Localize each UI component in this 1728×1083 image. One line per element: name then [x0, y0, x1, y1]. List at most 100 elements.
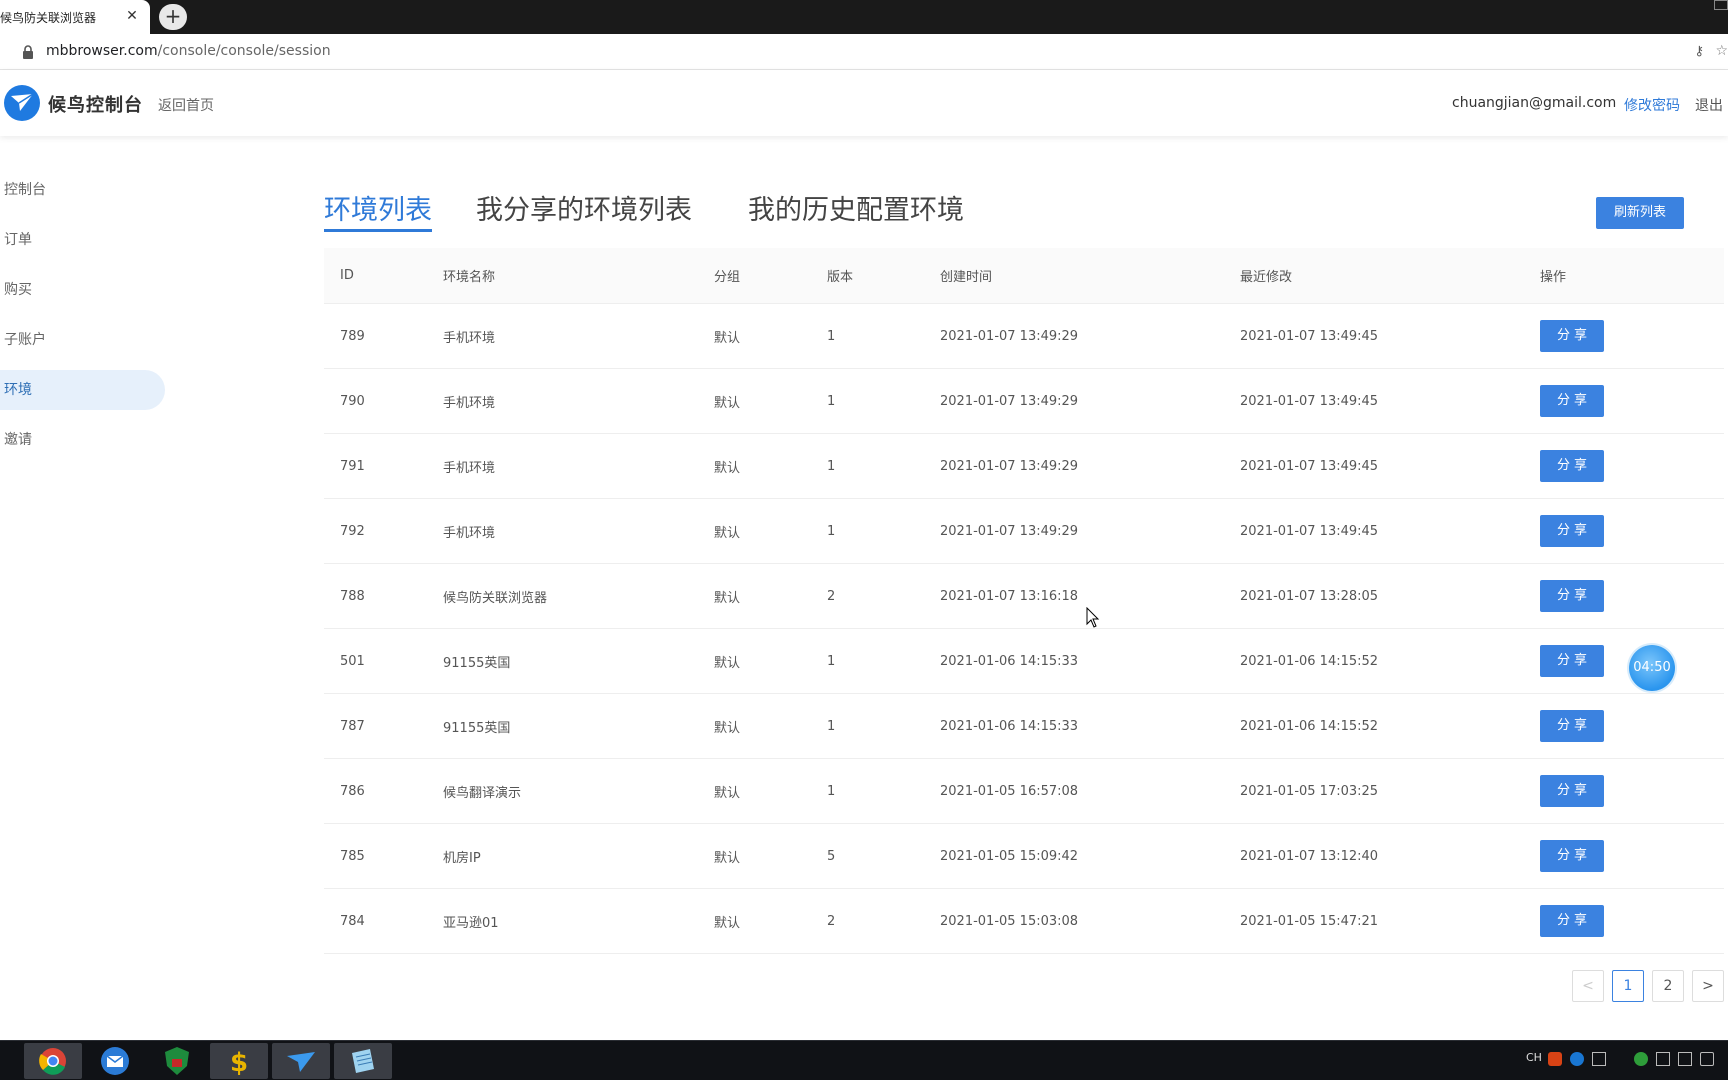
share-button[interactable]: 分享 [1540, 450, 1604, 482]
window-control-icon[interactable] [1714, 0, 1728, 10]
new-tab-button[interactable]: + [159, 4, 187, 30]
row-modified: 2021-01-07 13:28:05 [1240, 588, 1379, 604]
row-created: 2021-01-05 16:57:08 [940, 783, 1079, 799]
row-actions: 分享 [1540, 434, 1604, 498]
url-host: mbbrowser.com [46, 43, 158, 59]
shield-icon[interactable] [148, 1043, 206, 1079]
row-group: 默认 [714, 850, 741, 866]
row-modified: 2021-01-07 13:49:45 [1240, 458, 1379, 474]
bird-logo-icon[interactable] [4, 85, 40, 121]
close-tab-icon[interactable]: ✕ [124, 8, 140, 24]
share-button[interactable]: 分享 [1540, 840, 1604, 872]
row-version: 2 [827, 588, 836, 604]
bird-icon[interactable] [272, 1043, 330, 1079]
sidebar-item-orders[interactable]: 订单 [0, 220, 165, 260]
table-row: 785 机房IP 默认 5 2021-01-05 15:09:42 2021-01-07 … [324, 824, 1724, 889]
row-name: 91155英国 [443, 655, 511, 671]
row-version: 1 [827, 783, 836, 799]
url-text[interactable]: mbbrowser.com/console/console/session [46, 43, 331, 59]
back-home-link[interactable]: 返回首页 [158, 95, 214, 115]
dollar-icon[interactable]: $ [210, 1043, 268, 1079]
sidebar-item-console[interactable]: 控制台 [0, 170, 165, 210]
row-group: 默认 [714, 720, 741, 736]
table-row: 790 手机环境 默认 1 2021-01-07 13:49:29 2021-01-07 … [324, 369, 1724, 434]
table-row: 791 手机环境 默认 1 2021-01-07 13:49:29 2021-01-07 … [324, 434, 1724, 499]
share-button[interactable]: 分享 [1540, 775, 1604, 807]
row-id: 790 [340, 393, 365, 409]
row-id: 786 [340, 783, 365, 799]
flag-icon[interactable] [1656, 1052, 1670, 1066]
address-bar[interactable]: mbbrowser.com/console/console/session ⚷ … [0, 34, 1728, 70]
row-actions: 分享 [1540, 759, 1604, 823]
share-button[interactable]: 分享 [1540, 905, 1604, 937]
row-modified: 2021-01-07 13:49:45 [1240, 328, 1379, 344]
column-header-modified: 最近修改 [1240, 270, 1293, 285]
change-password-link[interactable]: 修改密码 [1624, 95, 1680, 115]
browser-tab[interactable]: 候鸟防关联浏览器 ✕ [0, 0, 150, 34]
row-version: 1 [827, 393, 836, 409]
row-id: 792 [340, 523, 365, 539]
sidebar: 控制台 订单 购买 子账户 环境 邀请 [0, 170, 165, 470]
refresh-list-button[interactable]: 刷新列表 [1596, 197, 1684, 229]
key-icon[interactable]: ⚷ [1694, 44, 1704, 59]
sidebar-item-environments[interactable]: 环境 [0, 370, 165, 410]
row-id: 788 [340, 588, 365, 604]
row-name: 手机环境 [443, 525, 496, 541]
table-row: 787 91155英国 默认 1 2021-01-06 14:15:33 2021-01-… [324, 694, 1724, 759]
row-id: 785 [340, 848, 365, 864]
input-method-icon[interactable] [1548, 1052, 1562, 1066]
help-icon[interactable] [1570, 1052, 1584, 1066]
sidebar-item-subaccounts[interactable]: 子账户 [0, 320, 165, 360]
row-modified: 2021-01-06 14:15:52 [1240, 653, 1379, 669]
share-button[interactable]: 分享 [1540, 710, 1604, 742]
tray-expand-icon[interactable] [1592, 1052, 1606, 1066]
timer-bubble[interactable]: 04:50 [1629, 645, 1675, 691]
row-actions: 分享 [1540, 889, 1604, 953]
next-page-button[interactable]: > [1692, 970, 1724, 1002]
row-version: 5 [827, 848, 836, 864]
chrome-icon[interactable] [24, 1043, 82, 1079]
notepad-icon[interactable] [334, 1043, 392, 1079]
page-2-button[interactable]: 2 [1652, 970, 1684, 1002]
row-name: 候鸟翻译演示 [443, 785, 522, 801]
brand-title[interactable]: 候鸟控制台 [48, 91, 143, 117]
sidebar-item-label: 控制台 [4, 182, 46, 198]
star-icon[interactable]: ☆ [1715, 43, 1728, 59]
share-button[interactable]: 分享 [1540, 580, 1604, 612]
display-icon[interactable] [1678, 1052, 1692, 1066]
tab-environment-list[interactable]: 环境列表 [324, 188, 432, 232]
prev-page-button[interactable]: < [1572, 970, 1604, 1002]
row-created: 2021-01-07 13:49:29 [940, 458, 1079, 474]
network-icon[interactable] [1634, 1052, 1648, 1066]
bird-icon [11, 93, 34, 111]
row-modified: 2021-01-07 13:49:45 [1240, 523, 1379, 539]
sidebar-item-label: 子账户 [4, 332, 46, 348]
share-button[interactable]: 分享 [1540, 645, 1604, 677]
row-modified: 2021-01-07 13:12:40 [1240, 848, 1379, 864]
column-header-id: ID [340, 268, 354, 283]
svg-text:$: $ [230, 1048, 248, 1076]
row-version: 1 [827, 653, 836, 669]
table-row: 788 候鸟防关联浏览器 默认 2 2021-01-07 13:16:18 2021-01… [324, 564, 1724, 629]
taskbar: $ CH [0, 1040, 1728, 1080]
row-created: 2021-01-07 13:49:29 [940, 328, 1079, 344]
row-modified: 2021-01-05 15:47:21 [1240, 913, 1379, 929]
row-group: 默认 [714, 915, 741, 931]
url-path: /console/console/session [157, 43, 331, 59]
share-button[interactable]: 分享 [1540, 320, 1604, 352]
page-1-button[interactable]: 1 [1612, 970, 1644, 1002]
share-button[interactable]: 分享 [1540, 385, 1604, 417]
mouse-cursor-icon [1086, 607, 1100, 628]
share-button[interactable]: 分享 [1540, 515, 1604, 547]
tab-shared-environments[interactable]: 我分享的环境列表 [476, 188, 692, 227]
mail-icon[interactable] [86, 1043, 144, 1079]
row-group: 默认 [714, 590, 741, 606]
tray-language[interactable]: CH [1526, 1051, 1542, 1064]
tab-history-environments[interactable]: 我的历史配置环境 [748, 188, 964, 227]
sidebar-item-purchase[interactable]: 购买 [0, 270, 165, 310]
sidebar-item-invite[interactable]: 邀请 [0, 420, 165, 460]
table-header: ID 环境名称 分组 版本 创建时间 最近修改 操作 [324, 248, 1724, 304]
logout-link[interactable]: 退出 [1695, 95, 1723, 115]
table-row: 786 候鸟翻译演示 默认 1 2021-01-05 16:57:08 2021-01-0… [324, 759, 1724, 824]
volume-icon[interactable] [1700, 1052, 1714, 1066]
